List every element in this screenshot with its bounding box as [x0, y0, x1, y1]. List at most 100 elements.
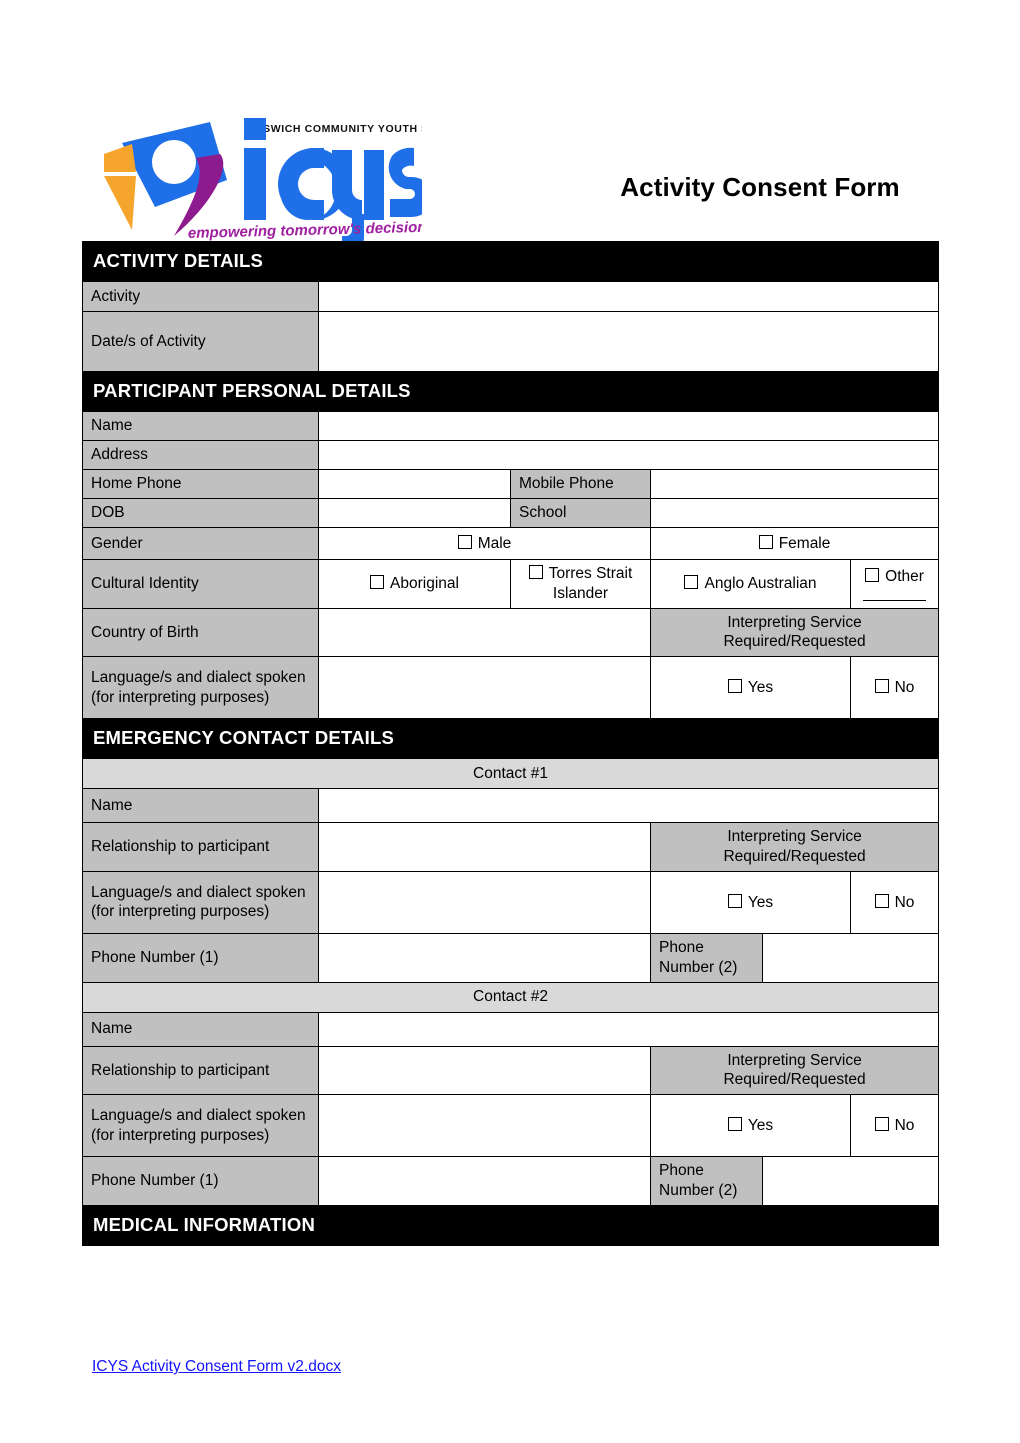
checkbox-icon[interactable] — [758, 534, 773, 549]
school-label: School — [510, 498, 651, 528]
contact-1-relationship-label: Relationship to participant — [82, 822, 319, 872]
cultural-identity-label: Cultural Identity — [82, 559, 319, 609]
participant-language-input[interactable] — [318, 656, 651, 720]
gender-option-male[interactable]: Male — [318, 527, 651, 560]
contact-1-interpreting-no-label: No — [894, 893, 915, 911]
contact-2-language-input[interactable] — [318, 1094, 651, 1158]
table-row: Cultural Identity Aboriginal Torres Stra… — [82, 559, 940, 609]
contact-2-phone-2-input[interactable] — [761, 1156, 940, 1206]
checkbox-icon[interactable] — [457, 534, 472, 549]
activity-input[interactable] — [317, 281, 940, 312]
contact-2-phone-1-input[interactable] — [318, 1156, 651, 1206]
cultural-option-torres-strait-islander[interactable]: Torres Strait Islander — [510, 559, 651, 609]
footer-filename-link[interactable]: ICYS Activity Consent Form v2.docx — [92, 1358, 341, 1376]
checkbox-icon[interactable] — [727, 1116, 742, 1131]
contact-1-language-label: Language/s and dialect spoken (for inter… — [82, 870, 319, 934]
country-of-birth-input[interactable] — [318, 607, 651, 658]
contact-2-phone-2-label: Phone Number (2) — [650, 1156, 763, 1206]
section-bar-row: PARTICIPANT PERSONAL DETAILS — [81, 371, 940, 412]
gender-option-female[interactable]: Female — [649, 527, 940, 560]
contact-1-phone-2-label: Phone Number (2) — [650, 932, 763, 983]
school-input[interactable] — [649, 498, 940, 528]
home-phone-label: Home Phone — [82, 469, 319, 499]
gender-option-female-label: Female — [778, 534, 831, 552]
contact-1-subheading: Contact #1 — [81, 758, 940, 790]
country-of-birth-label: Country of Birth — [82, 607, 319, 658]
cultural-option-other[interactable]: Other — [849, 559, 940, 609]
contact-1-relationship-input[interactable] — [318, 822, 651, 872]
contact-2-relationship-label: Relationship to participant — [82, 1045, 319, 1096]
contact-1-language-input[interactable] — [318, 870, 651, 934]
participant-interpreting-yes[interactable]: Yes — [650, 656, 851, 720]
section-bar-row: EMERGENCY CONTACT DETAILS — [81, 718, 940, 760]
cultural-option-aboriginal-label: Aboriginal — [390, 574, 459, 592]
table-row: Name — [82, 411, 940, 441]
section-heading-activity-details: ACTIVITY DETAILS — [81, 241, 940, 282]
table-row: Contact #2 — [81, 981, 940, 1013]
participant-interpreting-service-header: Interpreting Service Required/Requested — [649, 607, 940, 658]
contact-2-interpreting-no-label: No — [894, 1116, 915, 1134]
checkbox-icon[interactable] — [727, 678, 742, 693]
table-row: Phone Number (1) Phone Number (2) — [82, 1156, 940, 1206]
table-row: Phone Number (1) Phone Number (2) — [82, 932, 940, 983]
contact-1-interpreting-no[interactable]: No — [849, 870, 940, 934]
checkbox-icon[interactable] — [727, 893, 742, 908]
dob-input[interactable] — [318, 498, 511, 528]
cultural-option-other-write-in[interactable] — [863, 599, 927, 601]
checkbox-icon[interactable] — [874, 1116, 889, 1131]
section-heading-medical-information: MEDICAL INFORMATION — [81, 1204, 940, 1246]
table-row: Address — [82, 440, 940, 470]
table-row: Name — [82, 1011, 940, 1047]
participant-interpreting-no[interactable]: No — [849, 656, 940, 720]
mobile-phone-input[interactable] — [649, 469, 940, 499]
icys-logo: IPSWICH COMMUNITY YOUTH SERVICE empoweri… — [92, 110, 422, 242]
participant-name-input[interactable] — [317, 411, 940, 441]
checkbox-icon[interactable] — [528, 565, 543, 579]
participant-address-input[interactable] — [317, 440, 940, 470]
contact-1-name-label: Name — [82, 788, 319, 824]
gender-label: Gender — [82, 527, 319, 560]
cultural-option-aboriginal[interactable]: Aboriginal — [318, 559, 511, 609]
document-page: IPSWICH COMMUNITY YOUTH SERVICE empoweri… — [0, 0, 1020, 1443]
contact-2-interpreting-service-header: Interpreting Service Required/Requested — [649, 1045, 940, 1096]
participant-language-label: Language/s and dialect spoken (for inter… — [82, 656, 319, 720]
checkbox-icon[interactable] — [684, 574, 699, 589]
dates-of-activity-label: Date/s of Activity — [82, 311, 319, 372]
contact-1-name-input[interactable] — [317, 788, 940, 824]
contact-1-interpreting-yes[interactable]: Yes — [650, 870, 851, 934]
contact-1-phone-2-input[interactable] — [761, 932, 940, 983]
mobile-phone-label: Mobile Phone — [510, 469, 651, 499]
checkbox-icon[interactable] — [874, 893, 889, 908]
table-row: Language/s and dialect spoken (for inter… — [82, 1094, 940, 1158]
table-row: Home Phone Mobile Phone — [82, 469, 940, 499]
section-bar-row: ACTIVITY DETAILS — [81, 241, 940, 282]
cultural-option-anglo-australian-label: Anglo Australian — [704, 574, 817, 592]
checkbox-icon[interactable] — [874, 678, 889, 693]
dob-label: DOB — [82, 498, 319, 528]
contact-2-relationship-input[interactable] — [318, 1045, 651, 1096]
contact-2-name-label: Name — [82, 1011, 319, 1047]
dates-of-activity-input[interactable] — [317, 311, 940, 372]
contact-2-name-input[interactable] — [317, 1011, 940, 1047]
section-heading-participant-personal-details: PARTICIPANT PERSONAL DETAILS — [81, 371, 940, 412]
contact-2-interpreting-no[interactable]: No — [849, 1094, 940, 1158]
contact-2-interpreting-yes[interactable]: Yes — [650, 1094, 851, 1158]
checkbox-icon[interactable] — [370, 574, 385, 589]
home-phone-input[interactable] — [318, 469, 511, 499]
table-row: DOB School — [82, 498, 940, 528]
table-row: Relationship to participant Interpreting… — [82, 822, 940, 872]
contact-1-interpreting-service-header: Interpreting Service Required/Requested — [649, 822, 940, 872]
contact-1-phone-1-input[interactable] — [318, 932, 651, 983]
contact-2-subheading: Contact #2 — [81, 981, 940, 1013]
participant-interpreting-yes-label: Yes — [747, 678, 774, 696]
section-bar-row: MEDICAL INFORMATION — [81, 1204, 940, 1246]
cultural-option-other-label: Other — [885, 567, 924, 585]
participant-name-label: Name — [82, 411, 319, 441]
gender-option-male-label: Male — [477, 534, 512, 552]
svg-text:empowering tomorrow's decision: empowering tomorrow's decisions — [188, 219, 422, 242]
contact-1-phone-1-label: Phone Number (1) — [82, 932, 319, 983]
cultural-option-anglo-australian[interactable]: Anglo Australian — [650, 559, 851, 609]
checkbox-icon[interactable] — [865, 567, 880, 582]
table-row: Activity — [82, 281, 940, 312]
table-row: Language/s and dialect spoken (for inter… — [82, 870, 940, 934]
